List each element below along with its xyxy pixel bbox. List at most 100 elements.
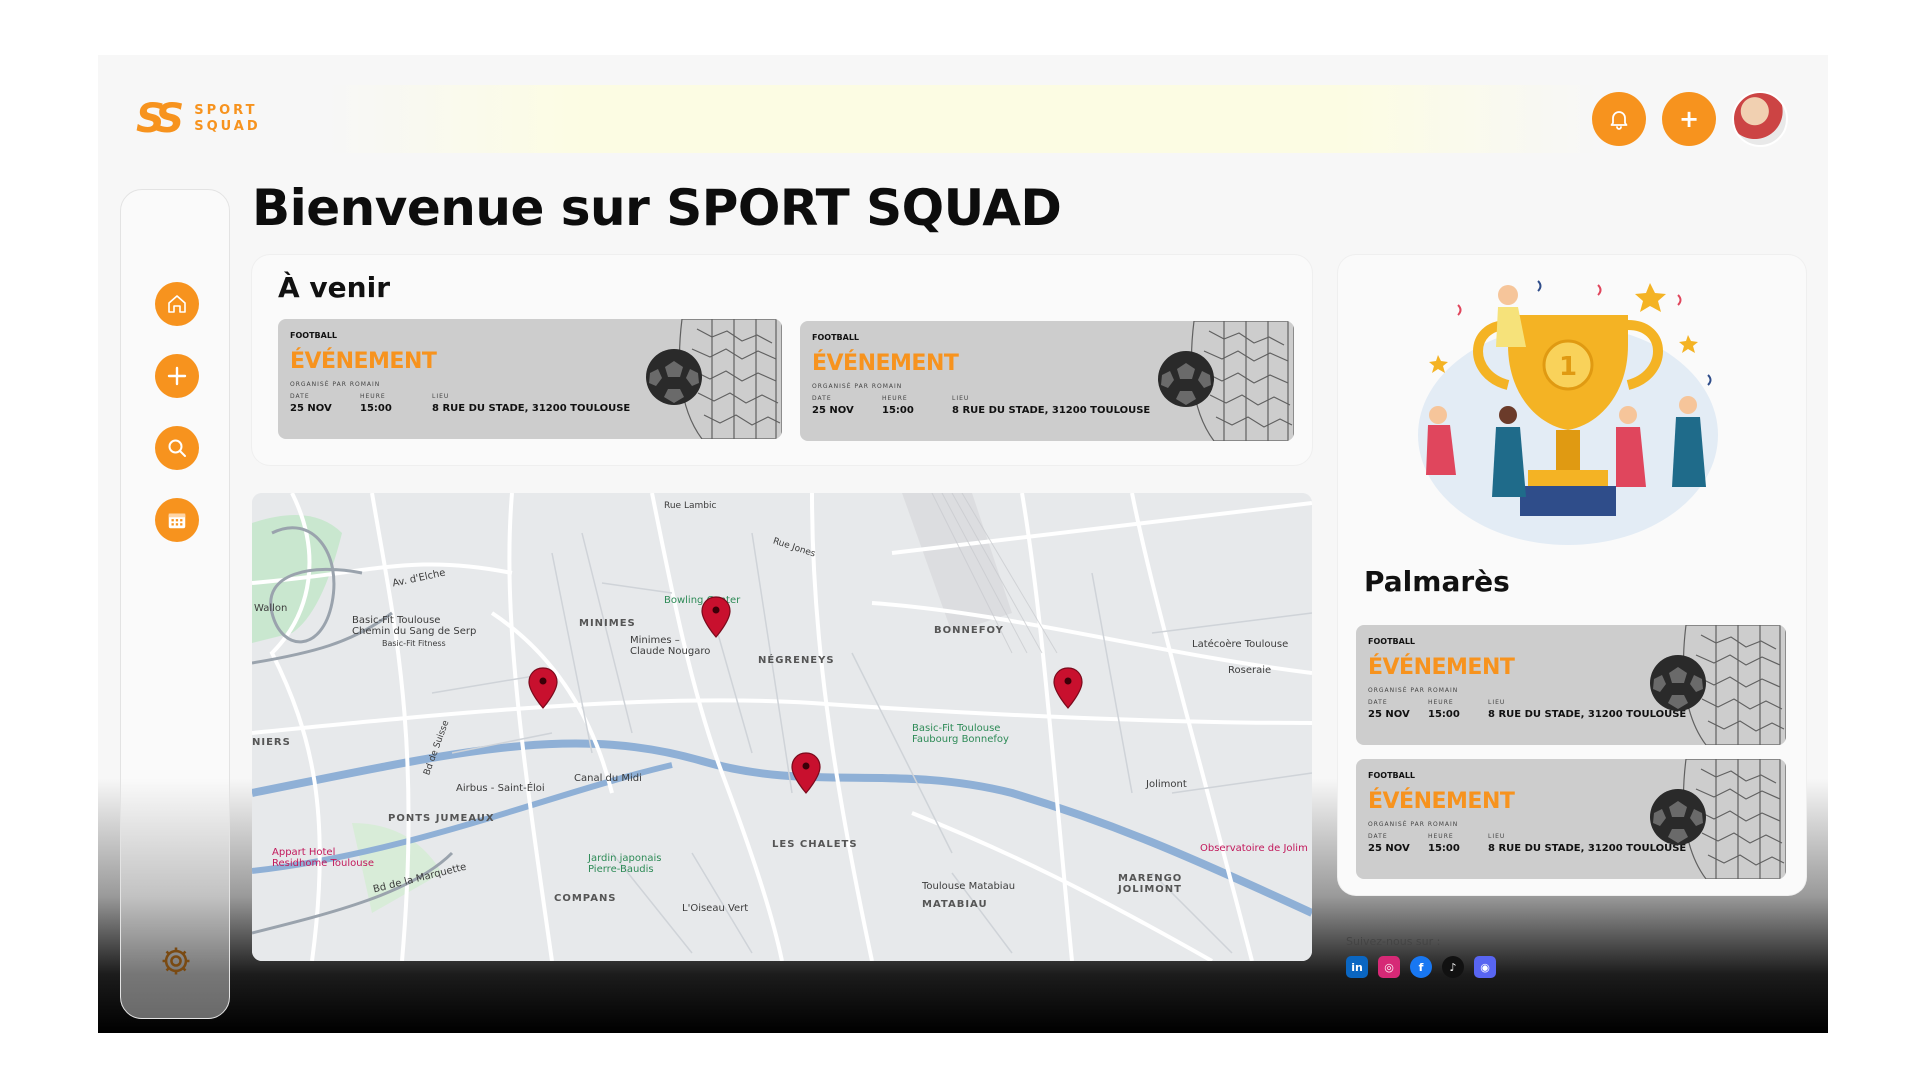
- sidebar-item-add[interactable]: [155, 354, 199, 398]
- time-label: HEURE: [1428, 699, 1454, 706]
- calendar-icon: [168, 513, 186, 529]
- event-sport: FOOTBALL: [1368, 771, 1416, 780]
- event-time: 15:00: [1428, 709, 1460, 720]
- sidebar-item-search[interactable]: [155, 426, 199, 470]
- map-label: Latécoère Toulouse: [1192, 639, 1289, 650]
- event-sport: FOOTBALL: [1368, 637, 1416, 646]
- upcoming-section: À venir FOOTBALL ÉVÉNEMENT ORGANISÉ PAR …: [252, 255, 1312, 465]
- time-label: HEURE: [1428, 833, 1454, 840]
- social-footer: Suivez-nous sur : in ◎ f ♪ ◉: [1346, 935, 1496, 978]
- time-label: HEURE: [882, 395, 908, 402]
- notifications-button[interactable]: [1592, 92, 1646, 146]
- event-time: 15:00: [1428, 843, 1460, 854]
- plus-icon: [167, 366, 187, 386]
- map-label: NIERS: [252, 737, 291, 748]
- event-title: ÉVÉNEMENT: [812, 351, 959, 376]
- event-card[interactable]: FOOTBALL ÉVÉNEMENT ORGANISÉ PAR ROMAIN D…: [278, 319, 782, 439]
- map-pin-icon[interactable]: [1052, 666, 1084, 710]
- palmares-section: 1 Palmarès FOOTBALL ÉVÉNEMENT ORGANISÉ P…: [1338, 255, 1806, 895]
- home-icon: [168, 295, 186, 313]
- event-sport: FOOTBALL: [290, 331, 338, 340]
- football-net-illustration: [1650, 759, 1786, 879]
- header-strip: [328, 85, 1598, 153]
- event-time: 15:00: [360, 403, 392, 414]
- sidebar-item-home[interactable]: [155, 282, 199, 326]
- add-button[interactable]: +: [1662, 92, 1716, 146]
- search-icon: [168, 439, 186, 457]
- place-label: LIEU: [952, 395, 970, 402]
- map-label: BONNEFOY: [934, 625, 1004, 636]
- instagram-icon[interactable]: ◎: [1378, 956, 1400, 978]
- event-card[interactable]: FOOTBALL ÉVÉNEMENT ORGANISÉ PAR ROMAIN D…: [1356, 759, 1786, 879]
- map-label: Appart Hotel Residhome Toulouse: [272, 847, 374, 869]
- map-label: Basic-Fit Toulouse Chemin du Sang de Ser…: [352, 615, 477, 637]
- map[interactable]: MINIMES Minimes – Claude Nougaro NÉGRENE…: [252, 493, 1312, 961]
- event-title: ÉVÉNEMENT: [1368, 789, 1515, 814]
- place-label: LIEU: [1488, 833, 1506, 840]
- facebook-icon[interactable]: f: [1410, 956, 1432, 978]
- map-label: L'Oiseau Vert: [682, 903, 749, 914]
- event-card[interactable]: FOOTBALL ÉVÉNEMENT ORGANISÉ PAR ROMAIN D…: [800, 321, 1294, 441]
- map-pin-icon[interactable]: [527, 666, 559, 710]
- map-pin-icon[interactable]: [790, 751, 822, 795]
- time-label: HEURE: [360, 393, 386, 400]
- map-pin-icon[interactable]: [700, 595, 732, 639]
- event-organizer: ORGANISÉ PAR ROMAIN: [812, 383, 903, 390]
- svg-text:1: 1: [1559, 352, 1577, 382]
- date-label: DATE: [812, 395, 832, 402]
- date-label: DATE: [1368, 833, 1388, 840]
- palmares-title: Palmarès: [1364, 565, 1510, 598]
- map-label: Jolimont: [1146, 779, 1187, 790]
- map-label: Basic-Fit Toulouse Faubourg Bonnefoy: [912, 723, 1009, 745]
- map-label: Roseraie: [1228, 665, 1272, 676]
- logo[interactable]: SS SPORT SQUAD: [136, 99, 261, 139]
- logo-line-1: SPORT: [194, 103, 258, 118]
- event-date: 25 NOV: [290, 403, 332, 414]
- social-links: in ◎ f ♪ ◉: [1346, 956, 1496, 978]
- discord-icon[interactable]: ◉: [1474, 956, 1496, 978]
- place-label: LIEU: [1488, 699, 1506, 706]
- follow-label: Suivez-nous sur :: [1346, 935, 1441, 948]
- map-label: Wallon: [254, 603, 288, 614]
- sidebar-item-calendar[interactable]: [155, 498, 199, 542]
- user-avatar[interactable]: [1732, 91, 1788, 147]
- date-label: DATE: [1368, 699, 1388, 706]
- header-actions: +: [1592, 91, 1788, 147]
- event-organizer: ORGANISÉ PAR ROMAIN: [290, 381, 381, 388]
- logo-text: SPORT SQUAD: [194, 103, 260, 135]
- settings-button[interactable]: [153, 938, 199, 984]
- map-label: Airbus - Saint-Éloi: [456, 783, 545, 794]
- plus-icon: +: [1678, 105, 1700, 133]
- map-label: Basic-Fit Fitness: [382, 639, 446, 648]
- map-label: MINIMES: [579, 618, 636, 629]
- date-label: DATE: [290, 393, 310, 400]
- map-label: LES CHALETS: [772, 839, 858, 850]
- football-net-illustration: [1650, 625, 1786, 745]
- gear-icon: [162, 947, 190, 975]
- event-place: 8 RUE DU STADE, 31200 TOULOUSE: [432, 403, 631, 414]
- event-date: 25 NOV: [812, 405, 854, 416]
- football-net-illustration: [1158, 321, 1294, 441]
- event-organizer: ORGANISÉ PAR ROMAIN: [1368, 687, 1459, 694]
- event-title: ÉVÉNEMENT: [290, 349, 437, 374]
- page-title: Bienvenue sur SPORT SQUAD: [252, 179, 1062, 237]
- event-title: ÉVÉNEMENT: [1368, 655, 1515, 680]
- linkedin-icon[interactable]: in: [1346, 956, 1368, 978]
- event-sport: FOOTBALL: [812, 333, 860, 342]
- map-label: MATABIAU: [922, 899, 988, 910]
- tiktok-icon[interactable]: ♪: [1442, 956, 1464, 978]
- event-organizer: ORGANISÉ PAR ROMAIN: [1368, 821, 1459, 828]
- event-date: 25 NOV: [1368, 843, 1410, 854]
- event-date: 25 NOV: [1368, 709, 1410, 720]
- event-card[interactable]: FOOTBALL ÉVÉNEMENT ORGANISÉ PAR ROMAIN D…: [1356, 625, 1786, 745]
- map-label: COMPANS: [554, 893, 617, 904]
- map-label: Jardin japonais Pierre-Baudis: [588, 853, 662, 875]
- map-label: PONTS JUMEAUX: [388, 813, 495, 824]
- map-label: NÉGRENEYS: [758, 655, 835, 666]
- map-label: Rue Lambic: [664, 501, 717, 511]
- map-label: Minimes – Claude Nougaro: [630, 635, 711, 657]
- event-time: 15:00: [882, 405, 914, 416]
- map-label: Canal du Midi: [574, 773, 642, 784]
- bell-icon: [1610, 111, 1628, 130]
- logo-line-2: SQUAD: [194, 119, 261, 134]
